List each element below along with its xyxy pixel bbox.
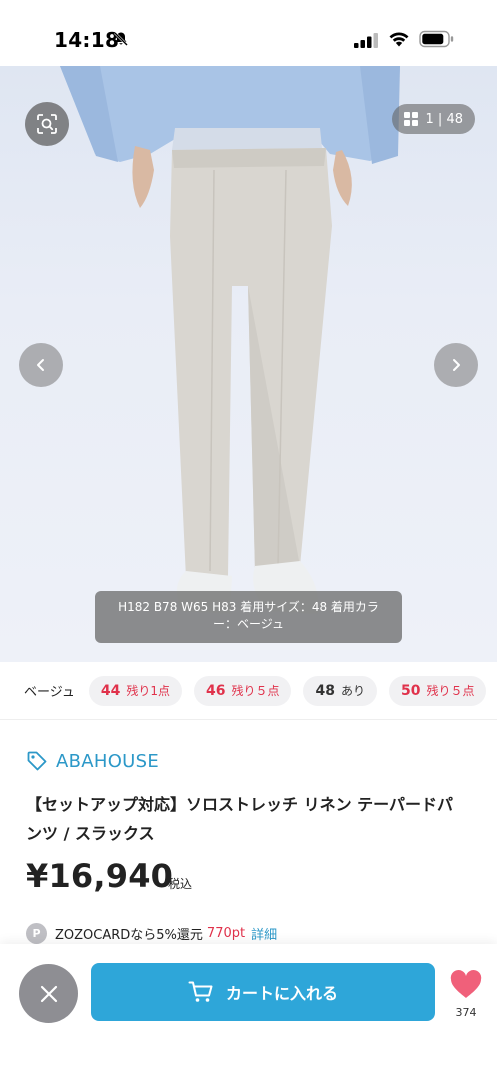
image-counter-text: 1 | 48 (425, 111, 463, 127)
size-value: 46 (205, 682, 226, 699)
close-icon (40, 985, 57, 1002)
size-value: 50 (400, 682, 421, 699)
size-chip-44[interactable]: 44 残り1点 (88, 675, 182, 706)
wifi-icon (389, 32, 409, 47)
tag-icon (27, 751, 47, 771)
cart-icon (188, 981, 213, 1002)
previous-image-button[interactable] (19, 343, 63, 387)
brand-link[interactable]: ABAHOUSE (26, 750, 159, 772)
zoom-button[interactable] (25, 102, 69, 146)
heart-icon (450, 970, 482, 998)
product-price: ¥16,940 (26, 857, 174, 895)
add-to-cart-label: カートに入れる (225, 984, 338, 1003)
cellular-signal-icon (354, 33, 378, 48)
points-badge-icon: P (26, 922, 47, 944)
add-to-cart-button[interactable]: カートに入れる (91, 963, 435, 1021)
tax-label: 税込 (168, 877, 193, 891)
zozocard-promo: P ZOZOCARDなら5%還元 770pt 詳細 (26, 922, 277, 944)
close-button[interactable] (19, 964, 78, 1023)
size-chip-46[interactable]: 46 残り５点 (193, 675, 292, 706)
size-selector: ベージュ 44 残り1点 46 残り５点 48 あり 50 残り５点 (0, 662, 497, 720)
size-chip-48[interactable]: 48 あり (303, 675, 377, 706)
next-image-button[interactable] (434, 343, 478, 387)
brand-name: ABAHOUSE (56, 750, 160, 772)
stock-status: 残り1点 (126, 684, 170, 698)
image-counter[interactable]: 1 | 48 (391, 104, 475, 134)
stock-status: あり (340, 684, 365, 698)
stock-status: 残り５点 (231, 684, 280, 698)
product-title: 【セットアップ対応】ソロストレッチ リネン テーパードパンツ / スラックス (26, 795, 453, 843)
zozocard-detail-link[interactable]: 詳細 (251, 924, 277, 943)
bottom-action-bar: カートに入れる 374 (0, 944, 497, 1080)
zoom-search-icon (37, 114, 57, 134)
product-photo (60, 66, 400, 614)
color-label: ベージュ (24, 685, 75, 700)
battery-icon (419, 30, 454, 48)
size-chip-50[interactable]: 50 残り５点 (388, 675, 487, 706)
bell-slash-icon (114, 32, 128, 46)
zozocard-text: ZOZOCARDなら5%還元 (55, 927, 203, 943)
size-value: 48 (315, 682, 335, 699)
chevron-left-icon (37, 359, 44, 371)
stock-status: 残り５点 (426, 684, 475, 698)
like-count: 374 (455, 1006, 477, 1019)
status-bar: 14:18 (0, 0, 497, 66)
like-button[interactable]: 374 (446, 970, 486, 1019)
zozocard-points: 770pt (206, 925, 246, 941)
chevron-right-icon (453, 359, 460, 371)
status-time: 14:18 (54, 28, 120, 52)
size-value: 44 (100, 682, 121, 699)
model-size-caption: H182 B78 W65 H83 着用サイズ：48 着用カラー：ベージュ (95, 591, 402, 643)
grid-icon (403, 112, 418, 126)
product-image-gallery[interactable]: 1 | 48 H182 B78 W65 H83 着用サイズ：48 着用カラー：ベ… (0, 66, 497, 662)
